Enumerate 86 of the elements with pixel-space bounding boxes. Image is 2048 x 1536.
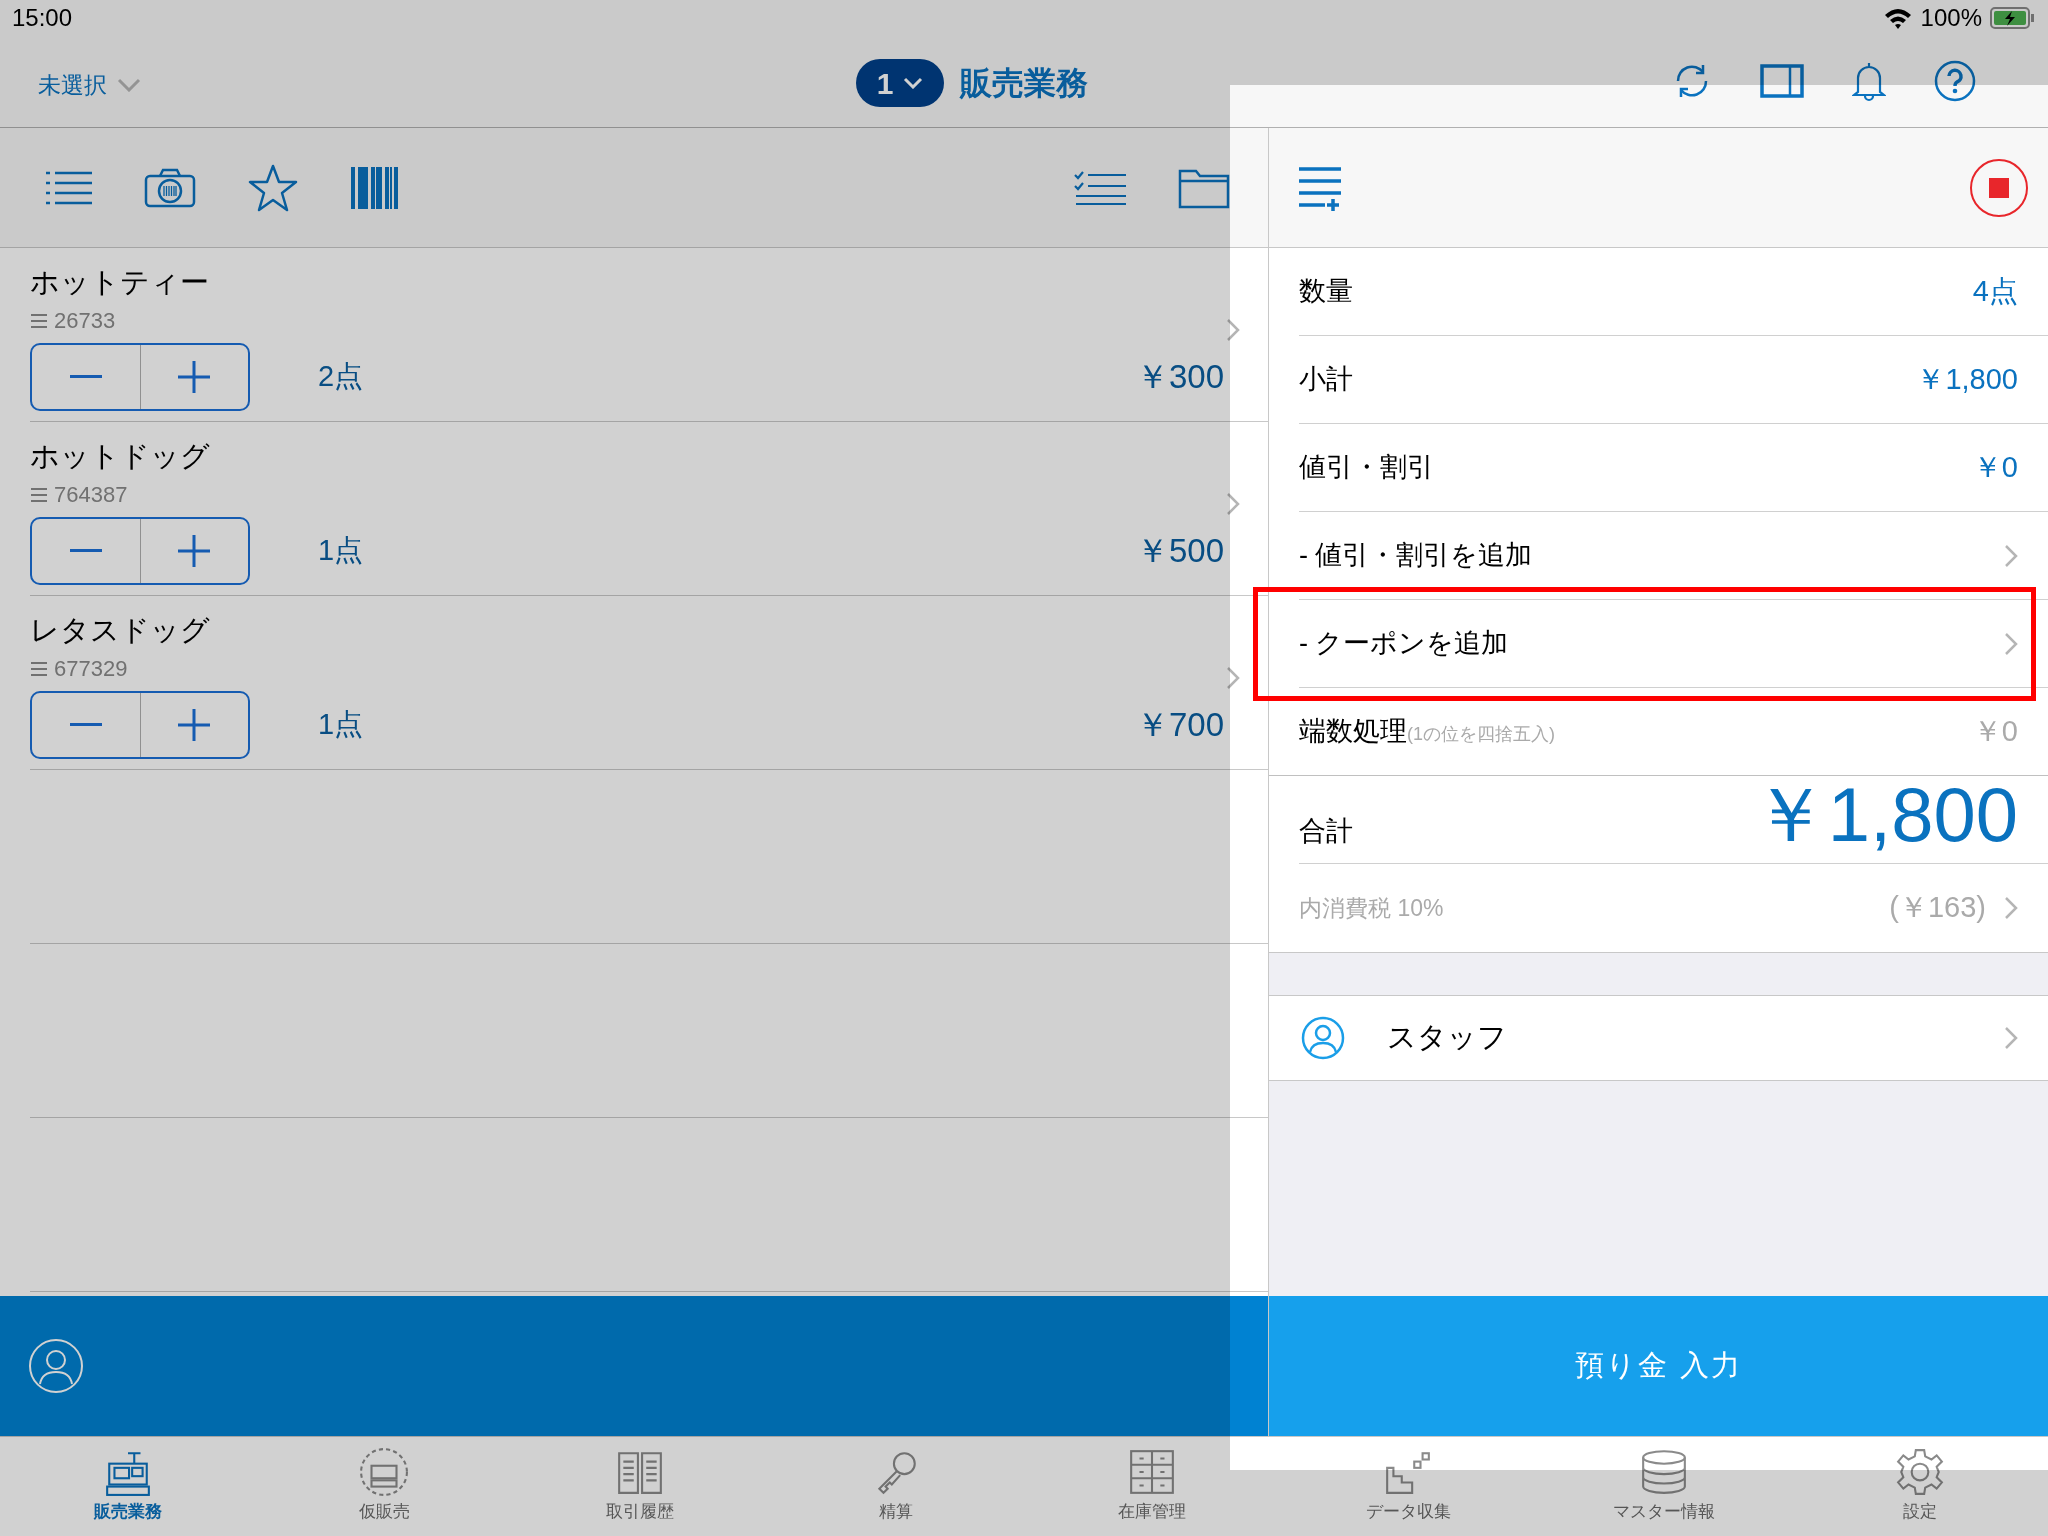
store-selector[interactable]: 未選択	[38, 68, 141, 103]
minus-icon	[69, 723, 102, 727]
stop-icon	[1989, 177, 2009, 198]
camera-icon[interactable]	[144, 167, 196, 208]
battery-percent: 100%	[1920, 3, 1982, 33]
summary-link-label: - 値引・割引を追加	[1299, 539, 1533, 573]
item-price: ￥500	[1135, 531, 1224, 572]
chevron-icon	[2004, 1026, 2018, 1050]
tab[interactable]: マスター情報	[1536, 1437, 1792, 1536]
tab[interactable]: 在庫管理	[1024, 1437, 1280, 1536]
summary-value: ￥0	[1972, 449, 2018, 485]
item-name: レタスドッグ	[30, 613, 211, 648]
screen-title: 販売業務	[960, 64, 1088, 103]
battery-icon	[1990, 6, 2036, 30]
list-icon[interactable]	[46, 169, 92, 206]
tax-label: 内消費税 10%	[1299, 893, 1444, 923]
star-icon[interactable]	[248, 163, 298, 212]
summary-link-label: - クーポンを追加	[1299, 627, 1509, 661]
item-code: 764387	[54, 481, 128, 509]
split-view-icon[interactable]	[1760, 64, 1804, 98]
item-code: 26733	[54, 307, 116, 335]
item-name: ホットティー	[30, 265, 210, 300]
register-icon	[359, 1447, 409, 1497]
chevron-icon	[1226, 492, 1240, 516]
quantity-stepper[interactable]	[30, 517, 250, 585]
minus-icon	[69, 549, 102, 553]
chevron-down-icon	[903, 77, 924, 89]
plus-icon	[178, 709, 211, 741]
staff-icon	[1301, 1016, 1345, 1060]
chevron-icon	[2004, 543, 2018, 568]
chevron-down-icon	[117, 78, 141, 93]
tab[interactable]: 精算	[768, 1437, 1024, 1536]
checklist-icon[interactable]	[1074, 170, 1126, 205]
quantity-stepper[interactable]	[30, 343, 250, 411]
stop-button[interactable]	[1970, 158, 2028, 217]
cabinet-icon	[1127, 1447, 1177, 1497]
summary-label: 小計	[1299, 363, 1353, 397]
status-time: 15:00	[12, 3, 73, 33]
total-value: ￥1,800	[1751, 775, 2018, 855]
person-icon[interactable]	[28, 1338, 84, 1394]
item-price: ￥300	[1135, 357, 1224, 398]
item-quantity: 1点	[318, 533, 364, 569]
tab[interactable]: 仮販売	[256, 1437, 512, 1536]
tab[interactable]: 設定	[1792, 1437, 2048, 1536]
barcode-lines-icon	[30, 660, 48, 677]
item-code: 677329	[54, 655, 128, 683]
item-name: ホットドッグ	[30, 439, 211, 474]
summary-value: 4点	[1972, 273, 2018, 309]
tab[interactable]: 販売業務	[0, 1437, 256, 1536]
summary-link-row[interactable]: - 値引・割引を追加	[1299, 512, 2048, 600]
total-label: 合計	[1299, 814, 1353, 848]
summary-label: 値引・割引	[1299, 451, 1434, 485]
barcode-lines-icon	[30, 486, 48, 503]
store-label: 未選択	[38, 71, 107, 100]
staff-label: スタッフ	[1387, 1020, 1507, 1056]
minus-icon	[69, 375, 102, 379]
rounding-note: (1の位を四捨五入)	[1407, 723, 1555, 746]
summary-label: 数量	[1299, 275, 1353, 309]
item-quantity: 1点	[318, 707, 364, 743]
quantity-stepper[interactable]	[30, 691, 250, 759]
register-number: 1	[876, 65, 894, 102]
tab[interactable]: データ収集	[1280, 1437, 1536, 1536]
chevron-icon	[1226, 318, 1240, 342]
barcode-lines-icon	[30, 312, 48, 329]
summary-value: ￥0	[1972, 713, 2018, 749]
summary-link-row[interactable]: - クーポンを追加	[1299, 600, 2048, 688]
plus-icon	[178, 535, 211, 567]
item-price: ￥700	[1135, 705, 1224, 746]
register-selector[interactable]: 1	[856, 59, 944, 107]
item-quantity: 2点	[318, 359, 364, 395]
plus-icon	[178, 361, 211, 393]
summary-value: ￥1,800	[1916, 361, 2018, 397]
barcode-icon[interactable]	[350, 166, 400, 209]
staff-row[interactable]: スタッフ	[1269, 995, 2048, 1081]
rounding-label: 端数処理	[1299, 715, 1407, 749]
tab[interactable]: 取引履歴	[512, 1437, 768, 1536]
tax-value: (￥163)	[1889, 890, 1986, 926]
chevron-icon	[1226, 666, 1240, 690]
database-icon	[1639, 1447, 1689, 1497]
deposit-button[interactable]: 預り金 入力	[1269, 1296, 2048, 1436]
bell-icon[interactable]	[1852, 60, 1886, 102]
chevron-icon	[2004, 896, 2018, 920]
add-list-icon[interactable]	[1297, 164, 1343, 211]
help-icon[interactable]	[1934, 60, 1976, 102]
chevron-icon	[2004, 631, 2018, 656]
gear-icon	[1895, 1447, 1945, 1497]
